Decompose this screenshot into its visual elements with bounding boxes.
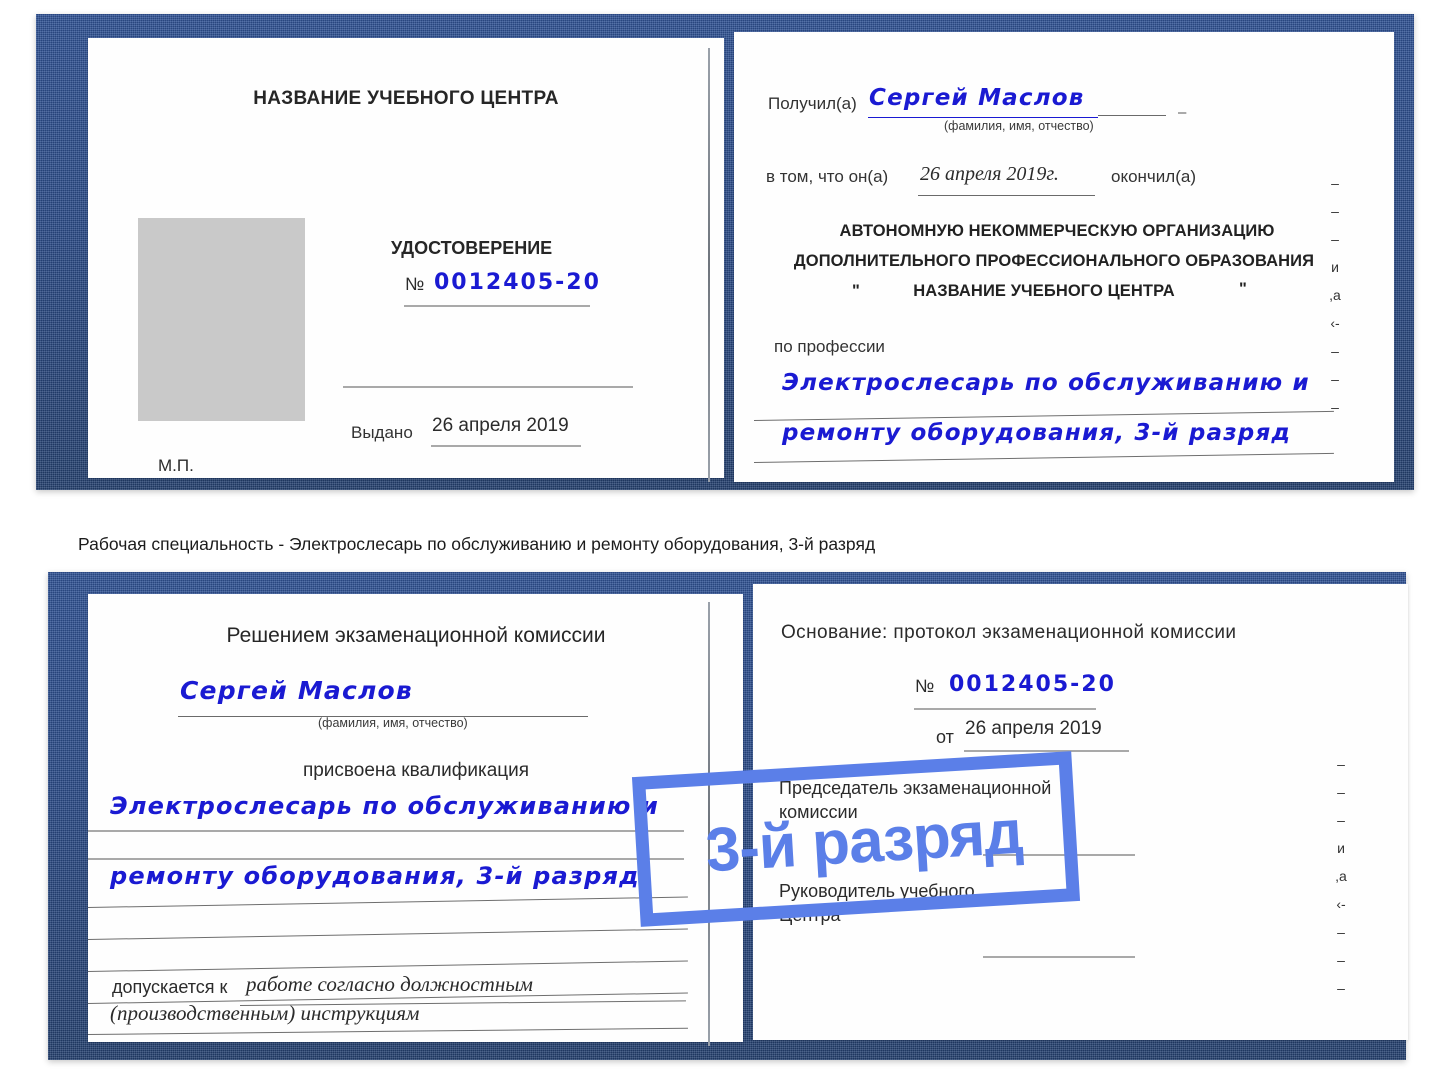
admitted-rule-2	[87, 1027, 688, 1035]
graduate-name-value: Сергей Маслов	[180, 676, 413, 705]
protocol-date-label: от	[936, 727, 954, 747]
profession-value-line-2: ремонту оборудования, 3-й разряд	[782, 420, 1292, 446]
certificate-front-right-page: Получил(а) Сергей Маслов (фамилия, имя, …	[734, 32, 1394, 482]
basis-label: Основание: протокол экзаменационной коми…	[781, 622, 1237, 643]
profession-label: по профессии	[774, 337, 885, 356]
training-center-title: НАЗВАНИЕ УЧЕБНОГО ЦЕНТРА	[253, 88, 559, 109]
certificate-number-value: 0012405-20	[434, 270, 601, 295]
qualification-rule-2	[88, 858, 684, 860]
completion-date-value: 26 апреля 2019г.	[920, 163, 1059, 185]
admitted-value-line-2: (производственным) инструкциям	[110, 1001, 420, 1025]
received-label: Получил(а)	[768, 94, 857, 113]
caption-text: Рабочая специальность - Электрослесарь п…	[78, 534, 876, 554]
adjacent-page-edge-text-back: – – – и ,а ‹- – – –	[1335, 756, 1347, 996]
recipient-name-value: Сергей Маслов	[869, 85, 1085, 111]
recipient-name-underline	[868, 117, 1098, 118]
blank-rule-a	[87, 896, 688, 908]
finished-label: окончил(а)	[1111, 167, 1196, 186]
certificate-front-cover: НАЗВАНИЕ УЧЕБНОГО ЦЕНТРА УДОСТОВЕРЕНИЕ №…	[36, 14, 1414, 490]
adjacent-page-edge-text-front: – – – и ,а ‹- – – –	[1329, 175, 1341, 415]
number-underline	[404, 305, 590, 307]
qualification-value-line-2: ремонту оборудования, 3-й разряд	[110, 862, 640, 890]
org-quote-close: "	[1239, 280, 1247, 298]
book-spine-front	[708, 48, 710, 482]
org-name-line-1: АВТОНОМНУЮ НЕКОММЕРЧЕСКУЮ ОРГАНИЗАЦИЮ	[839, 222, 1275, 240]
profession-value-line-1: Электрослесарь по обслуживанию и	[782, 370, 1310, 396]
certificate-front-left-page: НАЗВАНИЕ УЧЕБНОГО ЦЕНТРА УДОСТОВЕРЕНИЕ №…	[88, 38, 724, 478]
number-symbol: №	[405, 274, 425, 294]
document-type-label: УДОСТОВЕРЕНИЕ	[391, 238, 553, 258]
recipient-name-underline-ext	[1098, 115, 1166, 116]
protocol-number-symbol: №	[915, 676, 935, 696]
fio-hint: (фамилия, имя, отчество)	[944, 119, 1094, 133]
blank-rule-b	[87, 928, 688, 940]
blank-rule-c	[87, 960, 688, 972]
in-that-label: в том, что он(а)	[766, 167, 889, 186]
org-name-line-3: НАЗВАНИЕ УЧЕБНОГО ЦЕНТРА	[913, 282, 1175, 300]
protocol-date-value: 26 апреля 2019	[965, 718, 1102, 739]
admitted-label: допускается к	[112, 977, 228, 997]
qualification-value-line-1: Электрослесарь по обслуживанию и	[110, 792, 660, 820]
admitted-value-line-1: работе согласно должностным	[246, 972, 533, 996]
issued-underline	[431, 445, 581, 447]
issued-date-value: 26 апреля 2019	[432, 415, 569, 436]
stamp-place-label: М.П.	[158, 456, 194, 475]
head-signature-rule	[983, 956, 1135, 958]
dash-marker-front: –	[1178, 104, 1187, 121]
protocol-number-underline	[914, 708, 1096, 710]
completion-date-underline	[918, 195, 1095, 196]
fio-hint-back: (фамилия, имя, отчество)	[318, 716, 468, 730]
blank-rule-1	[343, 386, 633, 388]
protocol-number-value: 0012405-20	[949, 672, 1116, 697]
commission-decision-title: Решением экзаменационной комиссии	[226, 624, 606, 647]
profession-rule-2	[753, 452, 1334, 463]
screenshot-root: НАЗВАНИЕ УЧЕБНОГО ЦЕНТРА УДОСТОВЕРЕНИЕ №…	[0, 0, 1448, 1085]
qualification-rule-1	[88, 830, 684, 832]
issued-label: Выдано	[351, 423, 413, 442]
photo-placeholder	[138, 218, 305, 421]
org-name-line-2: ДОПОЛНИТЕЛЬНОГО ПРОФЕССИОНАЛЬНОГО ОБРАЗО…	[793, 252, 1315, 270]
